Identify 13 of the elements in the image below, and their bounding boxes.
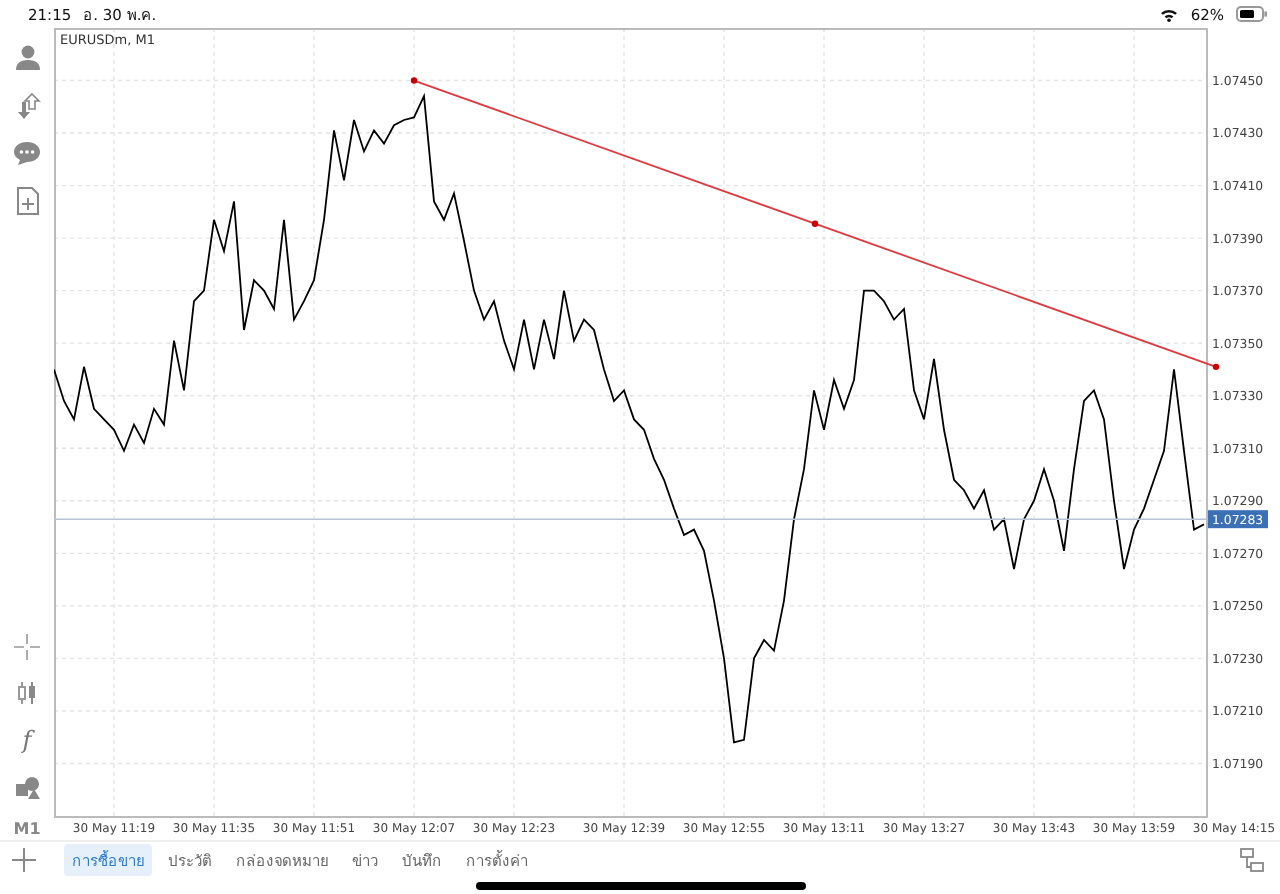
arrows-icon[interactable]	[13, 92, 41, 120]
battery-icon	[1236, 6, 1268, 22]
plus-icon[interactable]	[12, 848, 36, 872]
person-icon[interactable]	[13, 44, 41, 72]
candlestick-icon[interactable]	[14, 680, 40, 706]
timeframe-button[interactable]: M1	[13, 820, 41, 840]
wifi-icon	[1160, 7, 1179, 21]
indicators-glyph[interactable]: f	[22, 726, 32, 754]
layout-icon[interactable]	[1240, 848, 1264, 872]
shapes-icon[interactable]	[13, 774, 41, 800]
crosshair-icon[interactable]	[14, 634, 40, 660]
document-plus-icon[interactable]	[15, 186, 39, 216]
chat-icon[interactable]	[12, 140, 42, 166]
